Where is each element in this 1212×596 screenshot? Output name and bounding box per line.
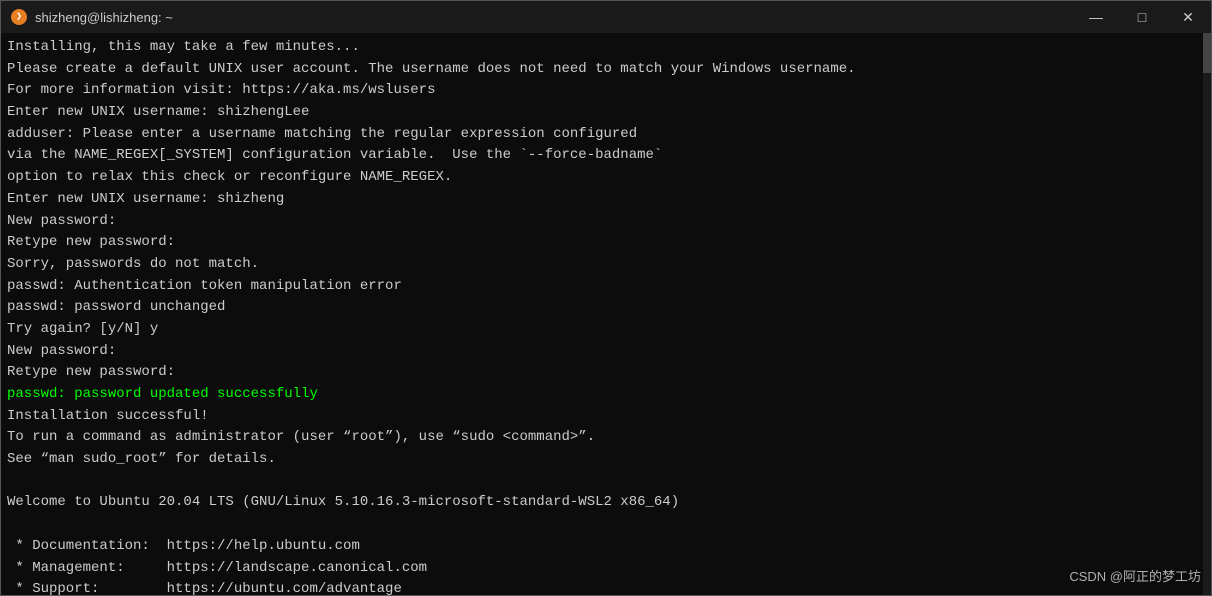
line-9: New password: (7, 213, 116, 229)
line-5: adduser: Please enter a username matchin… (7, 126, 637, 142)
scrollbar-thumb[interactable] (1203, 33, 1211, 73)
line-8: Enter new UNIX username: shizheng (7, 191, 284, 207)
line-2: Please create a default UNIX user accoun… (7, 61, 856, 77)
line-21: Welcome to Ubuntu 20.04 LTS (GNU/Linux 5… (7, 494, 679, 510)
line-22: * Documentation: https://help.ubuntu.com (7, 538, 360, 554)
title-bar-left: ❯ shizheng@lishizheng: ~ (11, 9, 173, 25)
line-3: For more information visit: https://aka.… (7, 82, 435, 98)
close-button[interactable]: ✕ (1165, 1, 1211, 33)
line-18: Installation successful! (7, 408, 209, 424)
line-15: New password: (7, 343, 116, 359)
terminal-body[interactable]: Installing, this may take a few minutes.… (1, 33, 1211, 595)
maximize-button[interactable]: □ (1119, 1, 1165, 33)
line-13: passwd: password unchanged (7, 299, 225, 315)
line-16: Retype new password: (7, 364, 175, 380)
line-11: Sorry, passwords do not match. (7, 256, 259, 272)
line-24: * Support: https://ubuntu.com/advantage (7, 581, 402, 595)
window-title: shizheng@lishizheng: ~ (35, 10, 173, 25)
title-bar: ❯ shizheng@lishizheng: ~ — □ ✕ (1, 1, 1211, 33)
terminal-output: Installing, this may take a few minutes.… (7, 37, 1205, 595)
line-14: Try again? [y/N] y (7, 321, 158, 337)
line-4: Enter new UNIX username: shizhengLee (7, 104, 309, 120)
line-19: To run a command as administrator (user … (7, 429, 595, 445)
line-1: Installing, this may take a few minutes.… (7, 39, 360, 55)
line-7: option to relax this check or reconfigur… (7, 169, 452, 185)
line-10: Retype new password: (7, 234, 175, 250)
minimize-button[interactable]: — (1073, 1, 1119, 33)
scrollbar[interactable] (1203, 33, 1211, 595)
line-12: passwd: Authentication token manipulatio… (7, 278, 402, 294)
app-icon: ❯ (11, 9, 27, 25)
watermark: CSDN @阿正的梦工坊 (1069, 566, 1201, 585)
line-6: via the NAME_REGEX[_SYSTEM] configuratio… (7, 147, 662, 163)
line-20: See “man sudo_root” for details. (7, 451, 276, 467)
line-17: passwd: password updated successfully (7, 386, 318, 402)
line-23: * Management: https://landscape.canonica… (7, 560, 427, 576)
window-controls: — □ ✕ (1073, 1, 1211, 33)
terminal-window: ❯ shizheng@lishizheng: ~ — □ ✕ Installin… (0, 0, 1212, 596)
